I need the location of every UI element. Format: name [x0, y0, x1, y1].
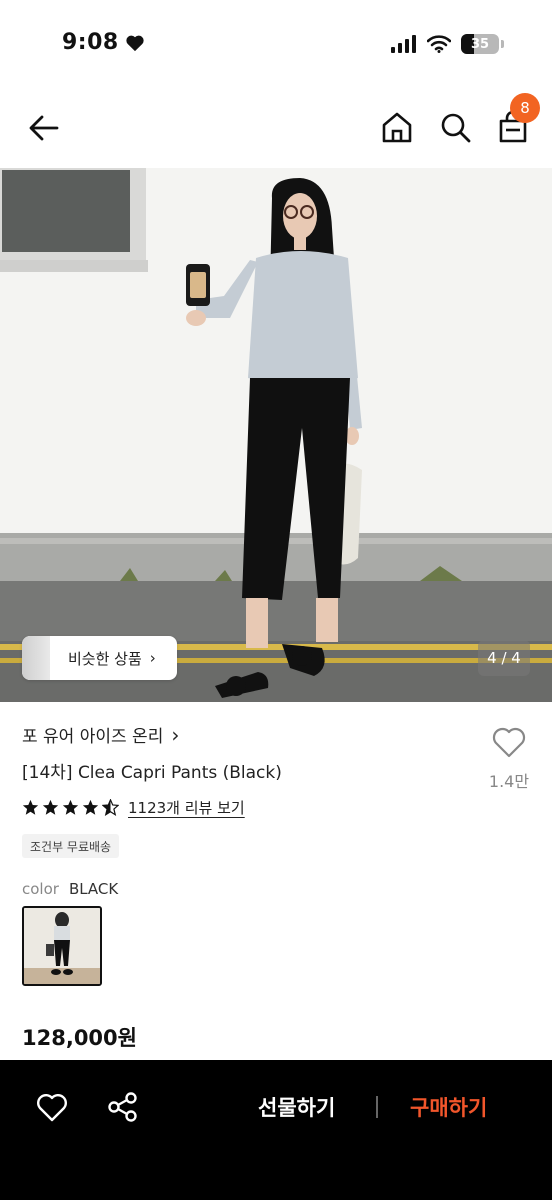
star-icon: [62, 799, 79, 815]
heart-outline-icon: [492, 727, 526, 758]
buy-button[interactable]: 구매하기: [410, 1092, 487, 1122]
image-page-indicator: 4 / 4: [478, 640, 530, 676]
chevron-right-icon: ›: [149, 649, 156, 667]
color-label: color: [22, 880, 59, 898]
search-icon[interactable]: [436, 108, 474, 146]
divider: [376, 1096, 378, 1118]
product-price: 128,000원: [22, 1026, 137, 1050]
shipping-badge: 조건부 무료배송: [22, 834, 120, 858]
status-time: 9:08: [62, 30, 145, 55]
back-arrow-icon[interactable]: [24, 108, 64, 148]
cart-count-badge: 8: [510, 93, 540, 123]
color-row: color BLACK: [22, 880, 118, 898]
status-time-text: 9:08: [62, 30, 119, 55]
product-title: [14차] Clea Capri Pants (Black): [22, 763, 282, 783]
top-nav: 8: [0, 90, 552, 168]
bottom-action-bar: 선물하기 구매하기: [0, 1060, 552, 1200]
share-icon[interactable]: [106, 1090, 140, 1124]
star-icon: [22, 799, 39, 815]
brand-name: 포 유어 아이즈 온리: [22, 727, 164, 747]
product-photo: [0, 168, 552, 702]
signal-icon: [391, 35, 416, 53]
brand-link[interactable]: 포 유어 아이즈 온리 ›: [22, 722, 180, 748]
battery-text: 35: [470, 36, 490, 52]
color-option-thumbnail[interactable]: [22, 906, 102, 986]
wishlist-button[interactable]: 1.4만: [486, 726, 532, 792]
similar-products-button[interactable]: 비슷한 상품 ›: [22, 636, 177, 680]
battery-tip: [501, 40, 504, 48]
status-indicators: 35: [391, 34, 504, 54]
star-half-icon: [102, 799, 119, 816]
home-icon[interactable]: [378, 108, 416, 146]
heart-status-icon: [126, 35, 144, 51]
heart-icon[interactable]: [36, 1092, 68, 1124]
product-image-carousel[interactable]: 비슷한 상품 › 4 / 4: [0, 168, 552, 702]
wifi-icon: [427, 35, 451, 53]
color-option-image: [24, 908, 100, 984]
battery-icon: 35: [461, 34, 499, 54]
color-value: BLACK: [68, 880, 119, 898]
similar-products-label: 비슷한 상품: [68, 649, 142, 668]
star-icon: [42, 799, 59, 815]
rating-row: 1123개 리뷰 보기: [22, 797, 245, 818]
similar-products-thumbnail: [22, 636, 50, 680]
star-icon: [82, 799, 99, 815]
reviews-link[interactable]: 1123개 리뷰 보기: [128, 797, 245, 818]
gift-button[interactable]: 선물하기: [258, 1092, 335, 1122]
wishlist-count: 1.4만: [488, 772, 530, 791]
chevron-right-icon: ›: [171, 722, 180, 747]
status-bar: 9:08 35: [0, 0, 552, 90]
